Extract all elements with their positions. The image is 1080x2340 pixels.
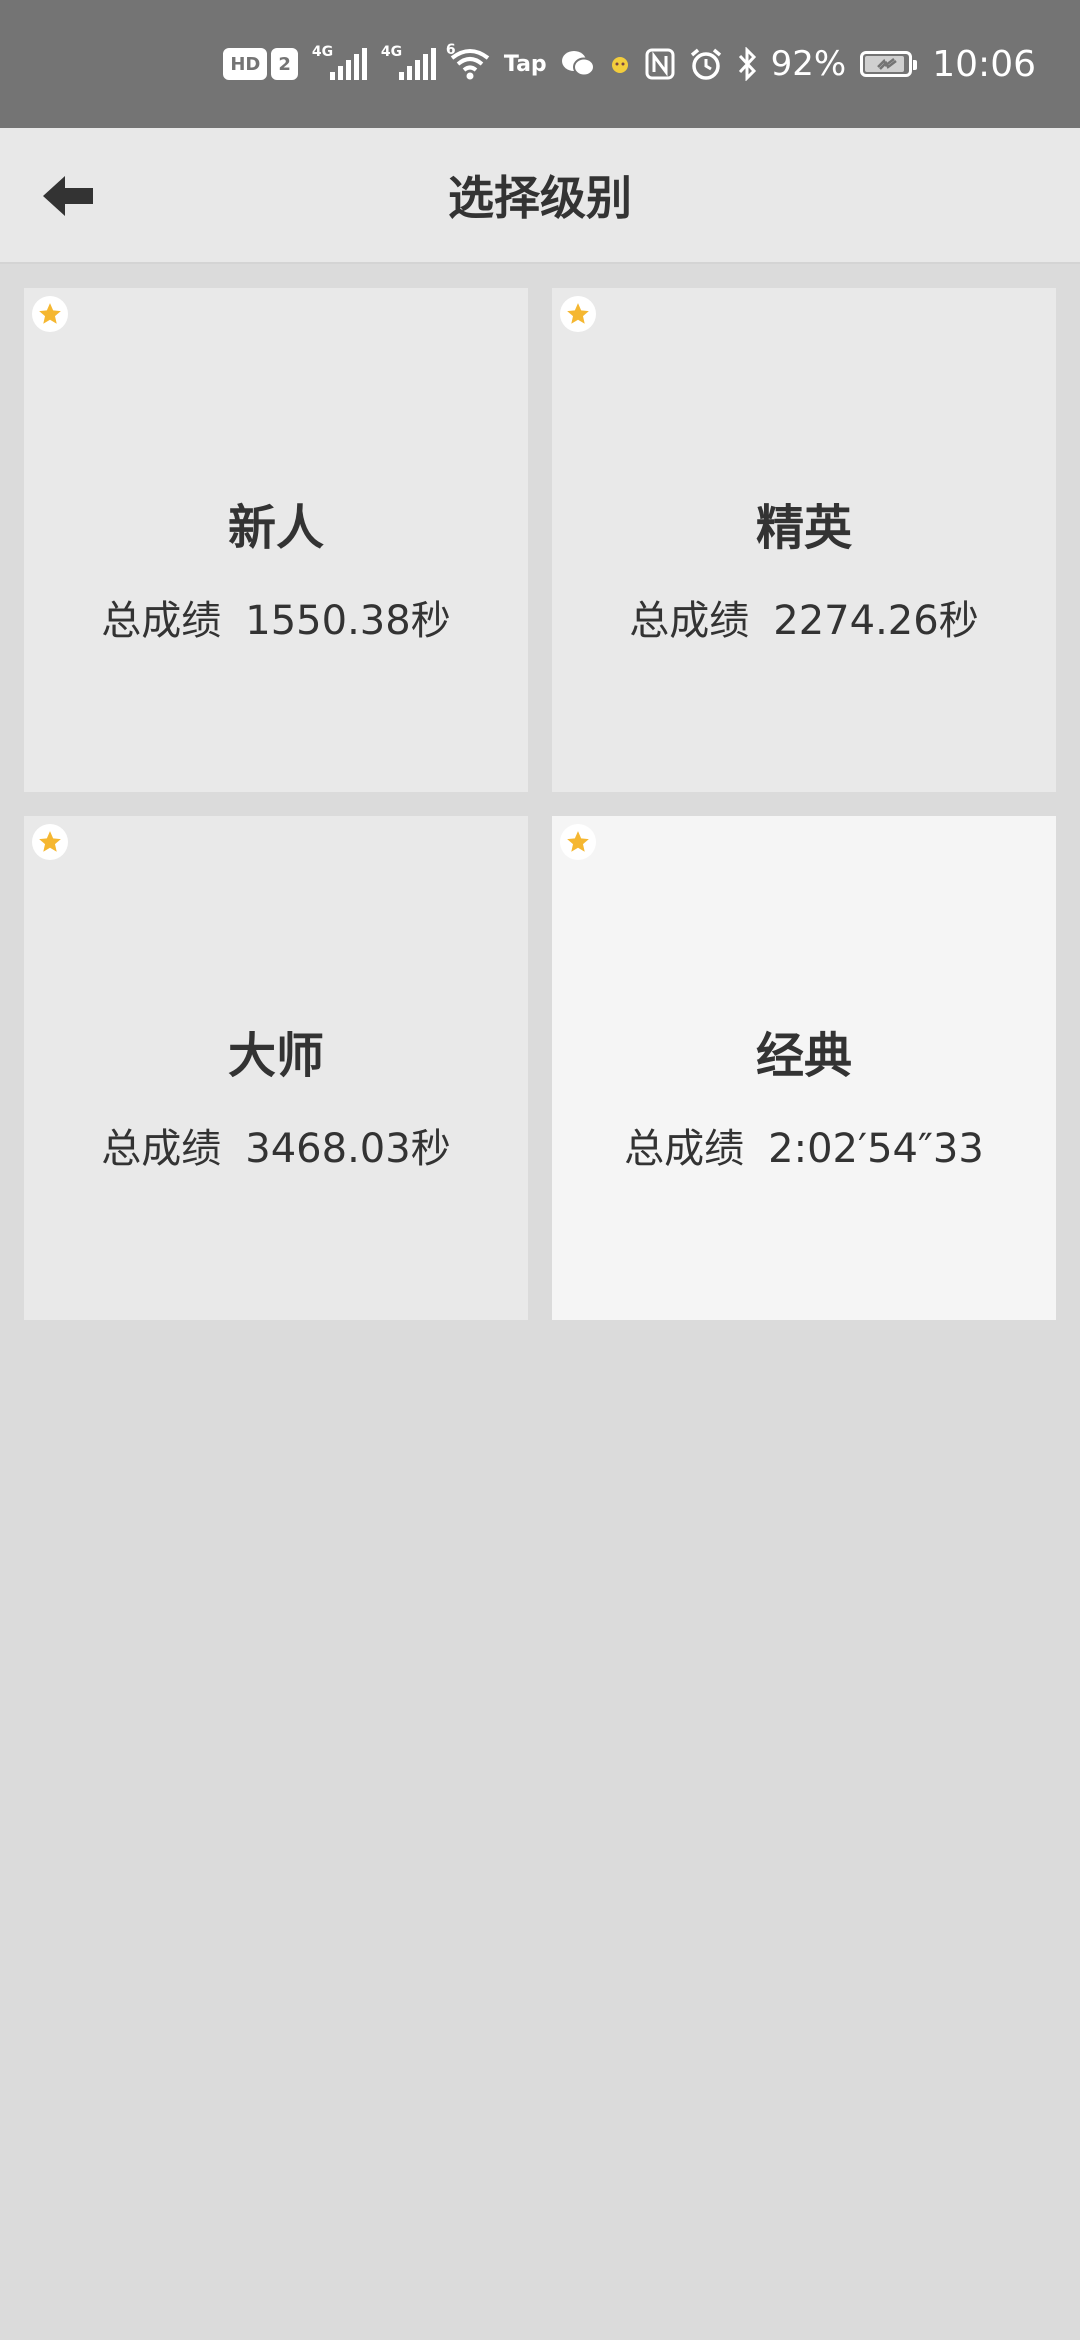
level-score: 总成绩 1550.38秒 xyxy=(24,588,528,646)
star-icon xyxy=(560,824,596,860)
level-card-newbie[interactable]: 新人 总成绩 1550.38秒 xyxy=(24,288,528,792)
page-title: 选择级别 xyxy=(448,171,632,225)
level-name: 经典 xyxy=(755,1028,852,1084)
bluetooth-icon xyxy=(737,47,757,81)
level-name: 新人 xyxy=(227,500,324,556)
signal-strength-icon-1: 4G xyxy=(312,44,367,80)
wechat-icon xyxy=(561,50,595,78)
score-label: 总成绩 xyxy=(624,1126,745,1172)
tap-app-icon: Tap xyxy=(503,51,547,77)
notification-app-icon xyxy=(609,53,631,75)
sim-2-badge: 2 xyxy=(271,48,298,80)
star-icon xyxy=(32,296,68,332)
score-value: 1550.38秒 xyxy=(245,598,451,644)
signal-strength-icon-2: 4G xyxy=(381,44,436,80)
level-score: 总成绩 2274.26秒 xyxy=(552,588,1056,646)
level-score: 总成绩 3468.03秒 xyxy=(24,1116,528,1174)
network-type-label-1: 4G xyxy=(311,44,334,60)
clock-time: 10:06 xyxy=(932,43,1036,85)
level-name: 大师 xyxy=(227,1028,324,1084)
battery-percent: 92% xyxy=(770,44,847,84)
score-label: 总成绩 xyxy=(629,598,750,644)
app-header: 选择级别 xyxy=(0,128,1080,264)
score-value: 3468.03秒 xyxy=(245,1126,451,1172)
score-label: 总成绩 xyxy=(101,1126,222,1172)
hd-badge: HD xyxy=(223,48,268,80)
score-value: 2274.26秒 xyxy=(773,598,979,644)
alarm-icon xyxy=(689,47,723,81)
level-card-classic[interactable]: 经典 总成绩 2:02′54″33 xyxy=(552,816,1056,1320)
score-value: 2:02′54″33 xyxy=(768,1126,984,1172)
level-name: 精英 xyxy=(755,500,852,556)
level-score: 总成绩 2:02′54″33 xyxy=(552,1116,1056,1174)
score-label: 总成绩 xyxy=(101,598,222,644)
nfc-icon xyxy=(645,48,675,80)
network-type-label-2: 4G xyxy=(380,44,403,60)
level-card-elite[interactable]: 精英 总成绩 2274.26秒 xyxy=(552,288,1056,792)
star-icon xyxy=(32,824,68,860)
battery-icon xyxy=(860,51,918,77)
wifi-6-label: 6 xyxy=(445,42,456,58)
level-card-master[interactable]: 大师 总成绩 3468.03秒 xyxy=(24,816,528,1320)
status-bar: HD 2 4G 4G 6 Tap 92% 10:06 xyxy=(0,0,1080,128)
star-icon xyxy=(560,296,596,332)
wifi-icon: 6 xyxy=(446,42,490,80)
